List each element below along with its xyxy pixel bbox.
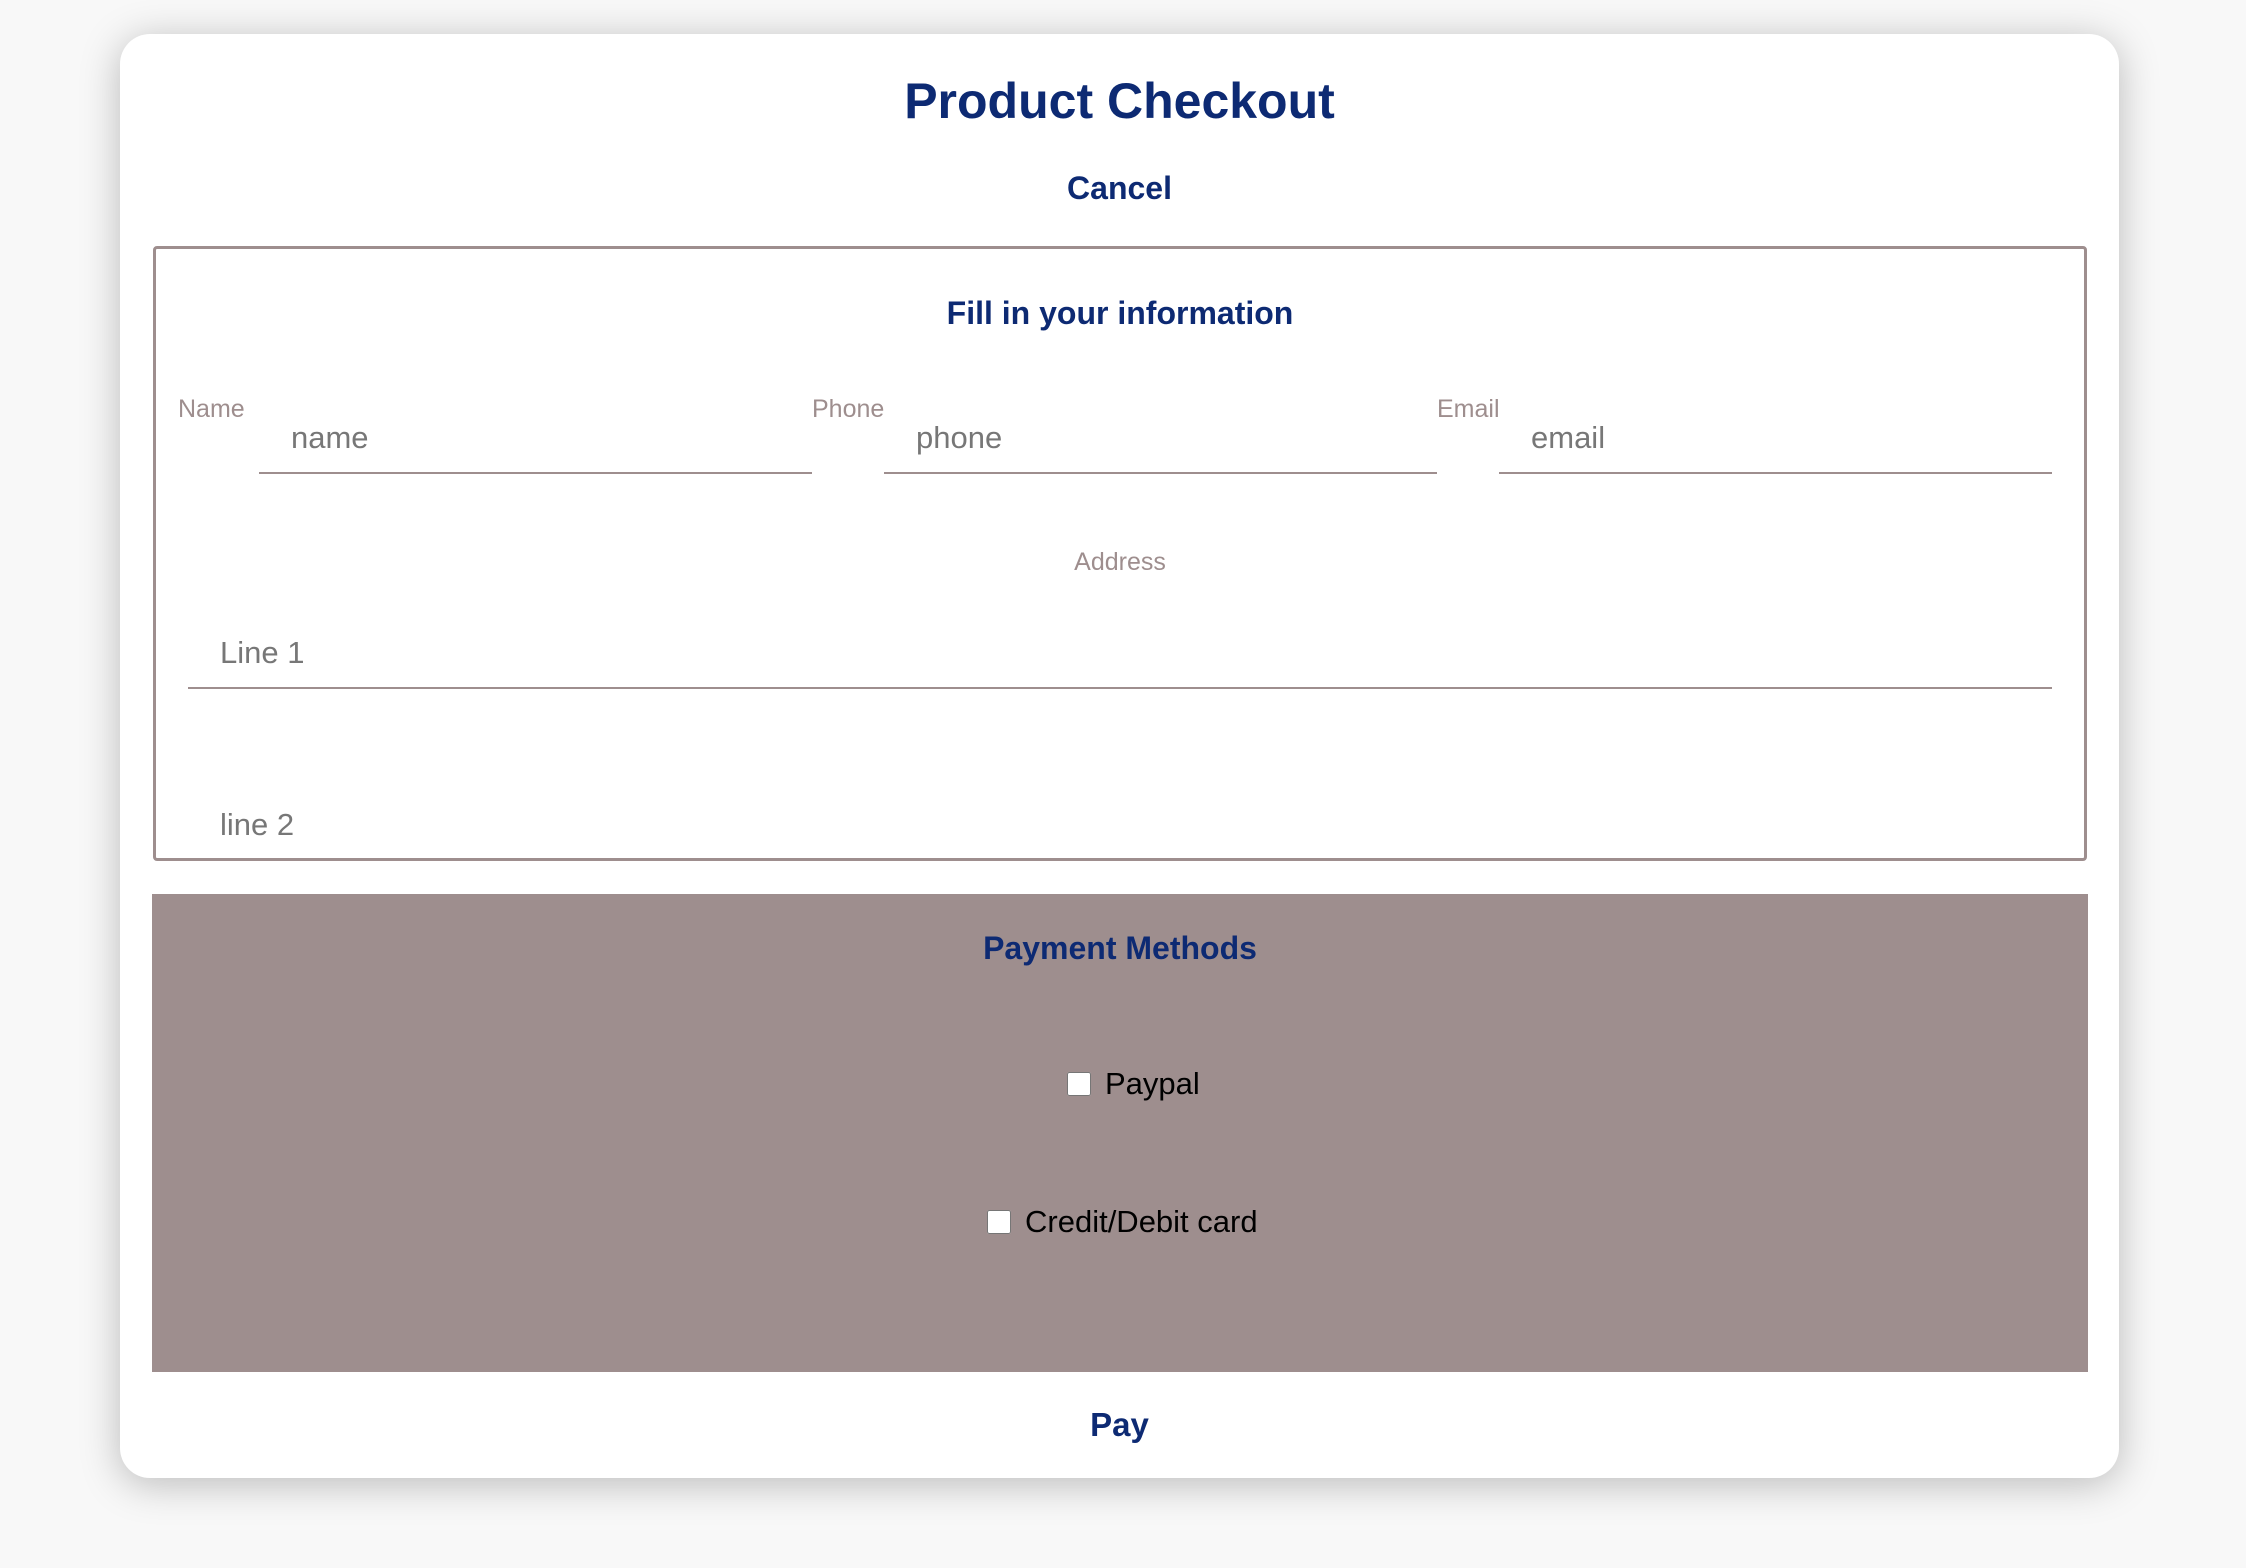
phone-input[interactable] xyxy=(884,418,1437,474)
payment-heading: Payment Methods xyxy=(983,930,1257,966)
paypal-label: Paypal xyxy=(1105,1066,1200,1101)
paypal-checkbox[interactable] xyxy=(1067,1072,1091,1096)
page-title: Product Checkout xyxy=(904,73,1335,129)
address-line1-input[interactable] xyxy=(188,633,2052,689)
name-input[interactable] xyxy=(259,418,812,474)
information-heading: Fill in your information xyxy=(946,295,1294,331)
email-label: Email xyxy=(1437,395,1500,423)
information-fieldset: Fill in your information Name Phone Emai… xyxy=(153,246,2087,861)
phone-label: Phone xyxy=(812,395,885,423)
card-checkbox[interactable] xyxy=(987,1210,1011,1234)
checkout-card: Product Checkout Cancel Fill in your inf… xyxy=(120,34,2119,1478)
payment-option-card[interactable]: Credit/Debit card xyxy=(987,1204,1258,1240)
address-line2-input[interactable] xyxy=(188,805,2052,861)
name-label: Name xyxy=(178,395,245,423)
cancel-button[interactable]: Cancel xyxy=(120,170,2119,207)
card-label: Credit/Debit card xyxy=(1025,1204,1258,1239)
address-label: Address xyxy=(1074,548,1166,576)
payment-methods-section: Payment Methods Paypal Credit/Debit card xyxy=(152,894,2088,1372)
pay-button[interactable]: Pay xyxy=(120,1406,2119,1444)
email-input[interactable] xyxy=(1499,418,2052,474)
payment-option-paypal[interactable]: Paypal xyxy=(1067,1066,1200,1102)
